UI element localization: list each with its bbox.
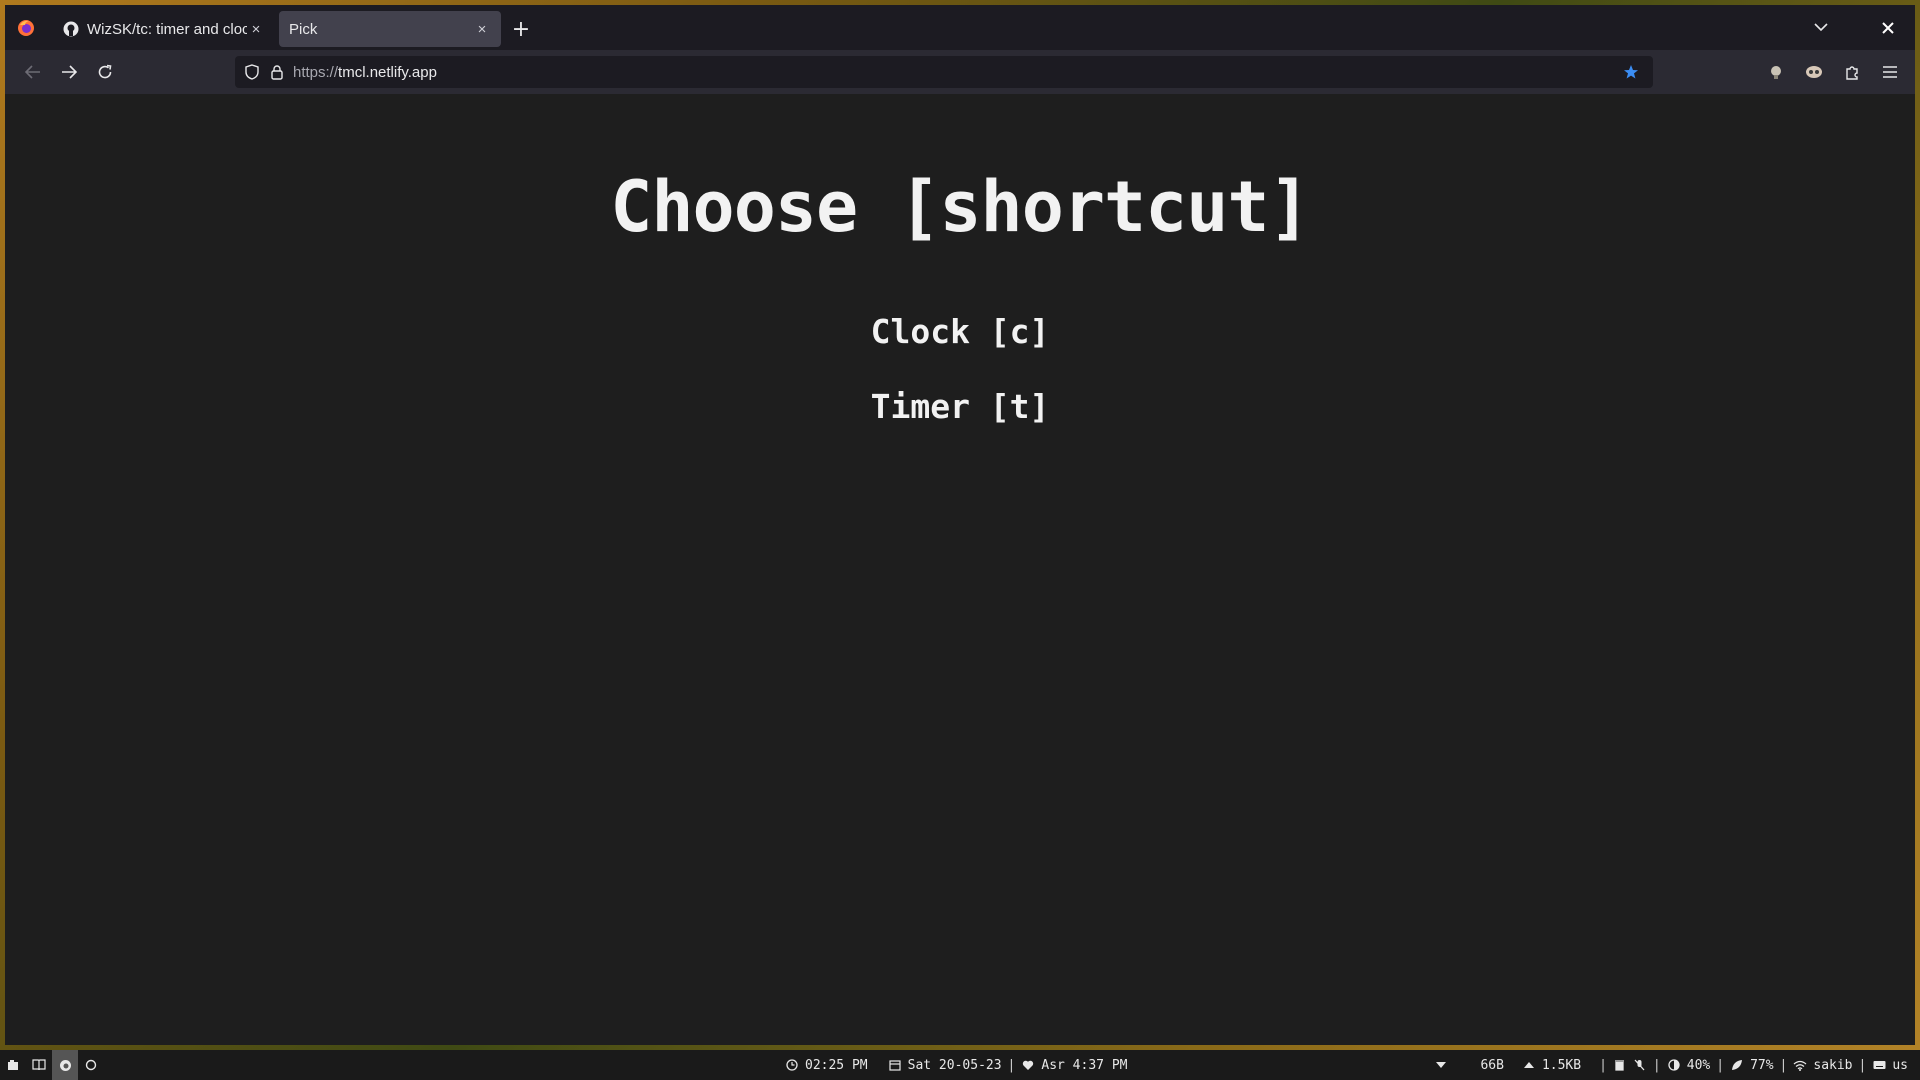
trash-icon[interactable]: [1613, 1058, 1627, 1072]
firefox-workspace-icon[interactable]: [52, 1050, 78, 1080]
net-down-text: 66B: [1480, 1057, 1504, 1073]
tab-title: Pick: [289, 20, 318, 38]
close-tab-icon[interactable]: ×: [473, 21, 491, 38]
circle-icon[interactable]: [78, 1050, 104, 1080]
separator: |: [1858, 1057, 1867, 1073]
star-icon[interactable]: [1619, 60, 1643, 84]
arrow-left-icon[interactable]: [15, 56, 51, 88]
close-icon[interactable]: [1873, 5, 1903, 50]
datetime-info: 02:25 PM Sat 20-05-23 | Asr 4:37 PM: [785, 1050, 1127, 1080]
caret-down-icon[interactable]: [1434, 1058, 1448, 1072]
separator: |: [1652, 1057, 1661, 1073]
tab-github[interactable]: WizSK/tc: timer and clock ×: [53, 11, 275, 47]
puzzle-icon[interactable]: [1835, 56, 1869, 88]
extension-icon[interactable]: [1759, 56, 1793, 88]
tab-pick[interactable]: Pick ×: [279, 11, 501, 47]
page-content: Choose [shortcut] Clock [c] Timer [t]: [5, 94, 1915, 1045]
hamburger-menu-icon[interactable]: [1873, 56, 1907, 88]
url-bar[interactable]: https://tmcl.netlify.app: [235, 56, 1653, 88]
reload-icon[interactable]: [87, 56, 123, 88]
tab-title: WizSK/tc: timer and clock: [87, 20, 247, 38]
keyboard-icon[interactable]: [1872, 1058, 1886, 1072]
book-icon[interactable]: [26, 1050, 52, 1080]
separator: |: [1716, 1057, 1725, 1073]
page-heading: Choose [shortcut]: [610, 166, 1310, 248]
shield-icon[interactable]: [245, 64, 259, 80]
tab-bar: WizSK/tc: timer and clock × Pick × +: [5, 5, 1915, 50]
mic-muted-icon[interactable]: [1633, 1058, 1647, 1072]
wifi-icon[interactable]: [1793, 1058, 1807, 1072]
arrow-right-icon[interactable]: [51, 56, 87, 88]
separator: |: [1779, 1057, 1788, 1073]
extension-icon[interactable]: [1797, 56, 1831, 88]
browser-window: WizSK/tc: timer and clock × Pick × + htt…: [5, 5, 1915, 1045]
separator: |: [1599, 1057, 1607, 1073]
wifi-name-text: sakib: [1813, 1057, 1853, 1073]
url-host: tmcl.netlify.app: [338, 63, 437, 81]
battery-leaf-icon[interactable]: [1730, 1058, 1744, 1072]
heart-icon: [1021, 1058, 1035, 1072]
timer-option[interactable]: Timer [t]: [5, 387, 1915, 426]
net-up-text: 1.5KB: [1541, 1057, 1582, 1073]
separator: |: [1007, 1057, 1016, 1073]
new-tab-button[interactable]: +: [501, 11, 541, 47]
github-icon: [63, 21, 79, 37]
system-status-bar: 02:25 PM Sat 20-05-23 | Asr 4:37 PM 66B …: [0, 1050, 1920, 1080]
brightness-icon[interactable]: [1667, 1058, 1681, 1072]
calendar-icon: [888, 1058, 902, 1072]
url-scheme: https://: [293, 63, 339, 81]
brightness-text: 40%: [1686, 1057, 1711, 1073]
clock-option[interactable]: Clock [c]: [5, 312, 1915, 351]
firefox-icon[interactable]: [5, 5, 47, 50]
system-tray: 66B 1.5KB | | 40% | 77% | sakib | us: [1434, 1050, 1908, 1080]
workspace-icon[interactable]: [0, 1050, 26, 1080]
close-tab-icon[interactable]: ×: [247, 21, 265, 38]
keyboard-layout-text: us: [1892, 1057, 1908, 1073]
clock-icon: [785, 1058, 799, 1072]
prayer-time-text: Asr 4:37 PM: [1041, 1057, 1128, 1073]
url-text[interactable]: https://tmcl.netlify.app: [293, 64, 1619, 81]
caret-up-icon: [1522, 1058, 1536, 1072]
date-text: Sat 20-05-23: [907, 1057, 1002, 1073]
time-text: 02:25 PM: [805, 1057, 868, 1073]
lock-icon[interactable]: [271, 64, 283, 80]
navigation-toolbar: https://tmcl.netlify.app: [5, 50, 1915, 94]
chevron-down-icon[interactable]: [1803, 5, 1839, 50]
workspace-switcher: [0, 1050, 104, 1080]
battery-text: 77%: [1750, 1057, 1774, 1073]
toolbar-extensions: [1759, 56, 1907, 88]
